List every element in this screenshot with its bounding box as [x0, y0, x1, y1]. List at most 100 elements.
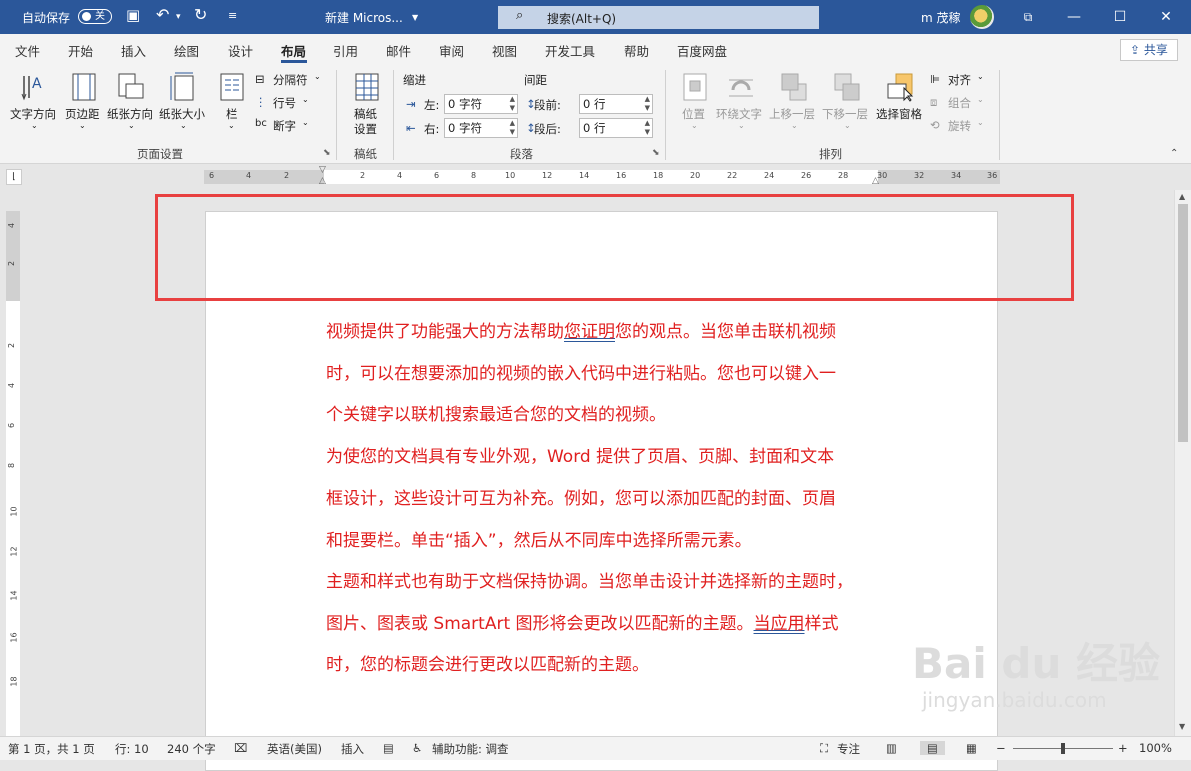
- spacing-before-input[interactable]: 0 行 ▲ ▼: [579, 94, 653, 114]
- selection-pane-label[interactable]: 选择窗格: [876, 106, 922, 122]
- tab-insert[interactable]: 插入: [121, 41, 146, 60]
- redo-icon[interactable]: ↻: [194, 5, 207, 24]
- search-box[interactable]: ⌕ 搜索(Alt+Q): [498, 6, 819, 29]
- tab-view[interactable]: 视图: [492, 41, 517, 60]
- document-line[interactable]: 框设计，这些设计可互为补充。例如，您可以添加匹配的封面、页眉: [326, 484, 836, 509]
- manuscript-label-1[interactable]: 稿纸: [354, 106, 377, 122]
- tab-references[interactable]: 引用: [333, 41, 358, 60]
- scroll-thumb[interactable]: [1178, 204, 1188, 442]
- spinner-icon[interactable]: ▲ ▼: [645, 119, 650, 137]
- document-line[interactable]: 视频提供了功能强大的方法帮助您证明您的观点。当您单击联机视频: [326, 317, 836, 342]
- minimize-icon[interactable]: —: [1051, 0, 1097, 34]
- wrap-text-label: 环绕文字: [716, 107, 762, 121]
- margins-icon[interactable]: [70, 72, 98, 102]
- tab-file[interactable]: 文件: [15, 41, 40, 60]
- accessibility-icon[interactable]: ♿: [412, 741, 422, 755]
- undo-icon[interactable]: ↶: [156, 5, 169, 24]
- undo-dropdown-icon[interactable]: ▾: [176, 12, 181, 22]
- collapse-ribbon-icon[interactable]: ⌃: [1170, 148, 1178, 159]
- paper-size-icon[interactable]: [169, 72, 197, 102]
- hanging-indent-marker[interactable]: △: [319, 176, 326, 186]
- spelling-underline[interactable]: 当应用: [754, 614, 805, 634]
- tab-baidu-netdisk[interactable]: 百度网盘: [677, 41, 727, 60]
- indent-left-input[interactable]: 0 字符 ▲ ▼: [444, 94, 518, 114]
- spinner-icon[interactable]: ▲ ▼: [510, 119, 515, 137]
- customize-toolbar-icon[interactable]: ≡: [228, 9, 237, 22]
- read-mode-icon[interactable]: ▥: [886, 741, 897, 755]
- document-line[interactable]: 图片、图表或 SmartArt 图形将会更改以匹配新的主题。当应用样式: [326, 609, 839, 634]
- document-line[interactable]: 个关键字以联机搜索最适合您的文档的视频。: [326, 400, 666, 425]
- vertical-scrollbar[interactable]: ▲ ▼: [1174, 190, 1191, 736]
- spacing-after-input[interactable]: 0 行 ▲ ▼: [579, 118, 653, 138]
- insert-mode[interactable]: 插入: [341, 741, 364, 757]
- manuscript-label-2[interactable]: 设置: [354, 121, 377, 137]
- spinner-icon[interactable]: ▲ ▼: [510, 95, 515, 113]
- text-direction-icon[interactable]: A: [20, 72, 48, 102]
- scroll-up-icon[interactable]: ▲: [1179, 192, 1185, 201]
- tab-home[interactable]: 开始: [68, 41, 93, 60]
- document-line[interactable]: 和提要栏。单击“插入”，然后从不同库中选择所需元素。: [326, 526, 752, 551]
- accessibility-status[interactable]: 辅助功能: 调查: [432, 741, 509, 757]
- indent-right-input[interactable]: 0 字符 ▲ ▼: [444, 118, 518, 138]
- web-layout-icon[interactable]: ▦: [966, 741, 977, 755]
- document-line[interactable]: 主题和样式也有助于文档保持协调。当您单击设计并选择新的主题时，: [326, 567, 853, 592]
- right-indent-marker[interactable]: △: [872, 176, 879, 186]
- selection-pane-icon[interactable]: [886, 72, 914, 102]
- zoom-slider-thumb[interactable]: [1061, 743, 1065, 754]
- columns-icon[interactable]: [218, 72, 246, 102]
- maximize-icon[interactable]: ☐: [1097, 0, 1143, 34]
- focus-icon[interactable]: ⛶: [820, 741, 828, 756]
- margins-label[interactable]: 页边距: [65, 106, 100, 122]
- orientation-icon[interactable]: [117, 72, 145, 102]
- document-title[interactable]: 新建 Micros...: [325, 9, 403, 26]
- chevron-down-icon: ⌄: [791, 121, 798, 130]
- page-count[interactable]: 第 1 页，共 1 页: [8, 741, 95, 757]
- spinner-icon[interactable]: ▲ ▼: [645, 95, 650, 113]
- document-line[interactable]: 时，可以在想要添加的视频的嵌入代码中进行粘贴。您也可以键入一: [326, 359, 836, 384]
- tab-developer[interactable]: 开发工具: [545, 41, 595, 60]
- document-line[interactable]: 为使您的文档具有专业外观，Word 提供了页眉、页脚、封面和文本: [326, 442, 834, 467]
- spelling-underline[interactable]: 您证明: [564, 322, 615, 342]
- first-line-indent-marker[interactable]: ▽: [319, 165, 326, 175]
- tab-layout[interactable]: 布局: [281, 41, 306, 60]
- line-number[interactable]: 行: 10: [115, 741, 149, 757]
- print-layout-icon[interactable]: ▤: [920, 741, 945, 755]
- hyphenation-label[interactable]: 断字: [273, 118, 296, 134]
- zoom-level[interactable]: 100%: [1139, 741, 1172, 755]
- save-icon[interactable]: ▣: [126, 6, 140, 24]
- scroll-down-icon[interactable]: ▼: [1179, 722, 1185, 731]
- align-label[interactable]: 对齐: [948, 72, 971, 88]
- tab-review[interactable]: 审阅: [439, 41, 464, 60]
- title-dropdown-icon[interactable]: ▼: [412, 13, 418, 22]
- dialog-launcher-icon[interactable]: ⬊: [652, 148, 660, 158]
- document-line[interactable]: 时，您的标题会进行更改以匹配新的主题。: [326, 650, 649, 675]
- proofing-icon[interactable]: ⌧: [234, 741, 247, 755]
- columns-label[interactable]: 栏: [226, 106, 238, 122]
- zoom-out-icon[interactable]: −: [996, 741, 1006, 755]
- share-button[interactable]: ⇪ 共享: [1120, 39, 1178, 61]
- macro-icon[interactable]: ▤: [383, 741, 394, 755]
- focus-label[interactable]: 专注: [837, 741, 860, 757]
- manuscript-icon[interactable]: [353, 72, 381, 102]
- avatar[interactable]: [970, 5, 994, 29]
- tab-mailings[interactable]: 邮件: [386, 41, 411, 60]
- paper-size-label[interactable]: 纸张大小: [159, 106, 205, 122]
- dialog-launcher-icon[interactable]: ⬊: [323, 148, 331, 158]
- text-direction-label[interactable]: 文字方向: [10, 106, 56, 122]
- horizontal-ruler[interactable]: 6 4 2 2 4 6 8 10 12 14 16 18 20 22 24 26…: [204, 165, 1000, 186]
- ribbon-display-icon[interactable]: ⧉: [1005, 0, 1051, 34]
- tab-draw[interactable]: 绘图: [174, 41, 199, 60]
- tab-selector-icon[interactable]: ⌊: [6, 169, 22, 185]
- tab-help[interactable]: 帮助: [624, 41, 649, 60]
- user-name[interactable]: m 茂稼: [921, 9, 961, 26]
- language[interactable]: 英语(美国): [267, 741, 322, 757]
- breaks-label[interactable]: 分隔符: [273, 72, 308, 88]
- close-icon[interactable]: ✕: [1143, 0, 1189, 34]
- orientation-label[interactable]: 纸张方向: [107, 106, 153, 122]
- zoom-in-icon[interactable]: +: [1118, 741, 1128, 755]
- autosave-toggle[interactable]: 关: [78, 9, 112, 24]
- tab-design[interactable]: 设计: [228, 41, 253, 60]
- word-count[interactable]: 240 个字: [167, 741, 216, 757]
- vertical-ruler[interactable]: 4 2 2 4 6 8 10 12 14 16 18: [6, 211, 20, 736]
- line-numbers-label[interactable]: 行号: [273, 95, 296, 111]
